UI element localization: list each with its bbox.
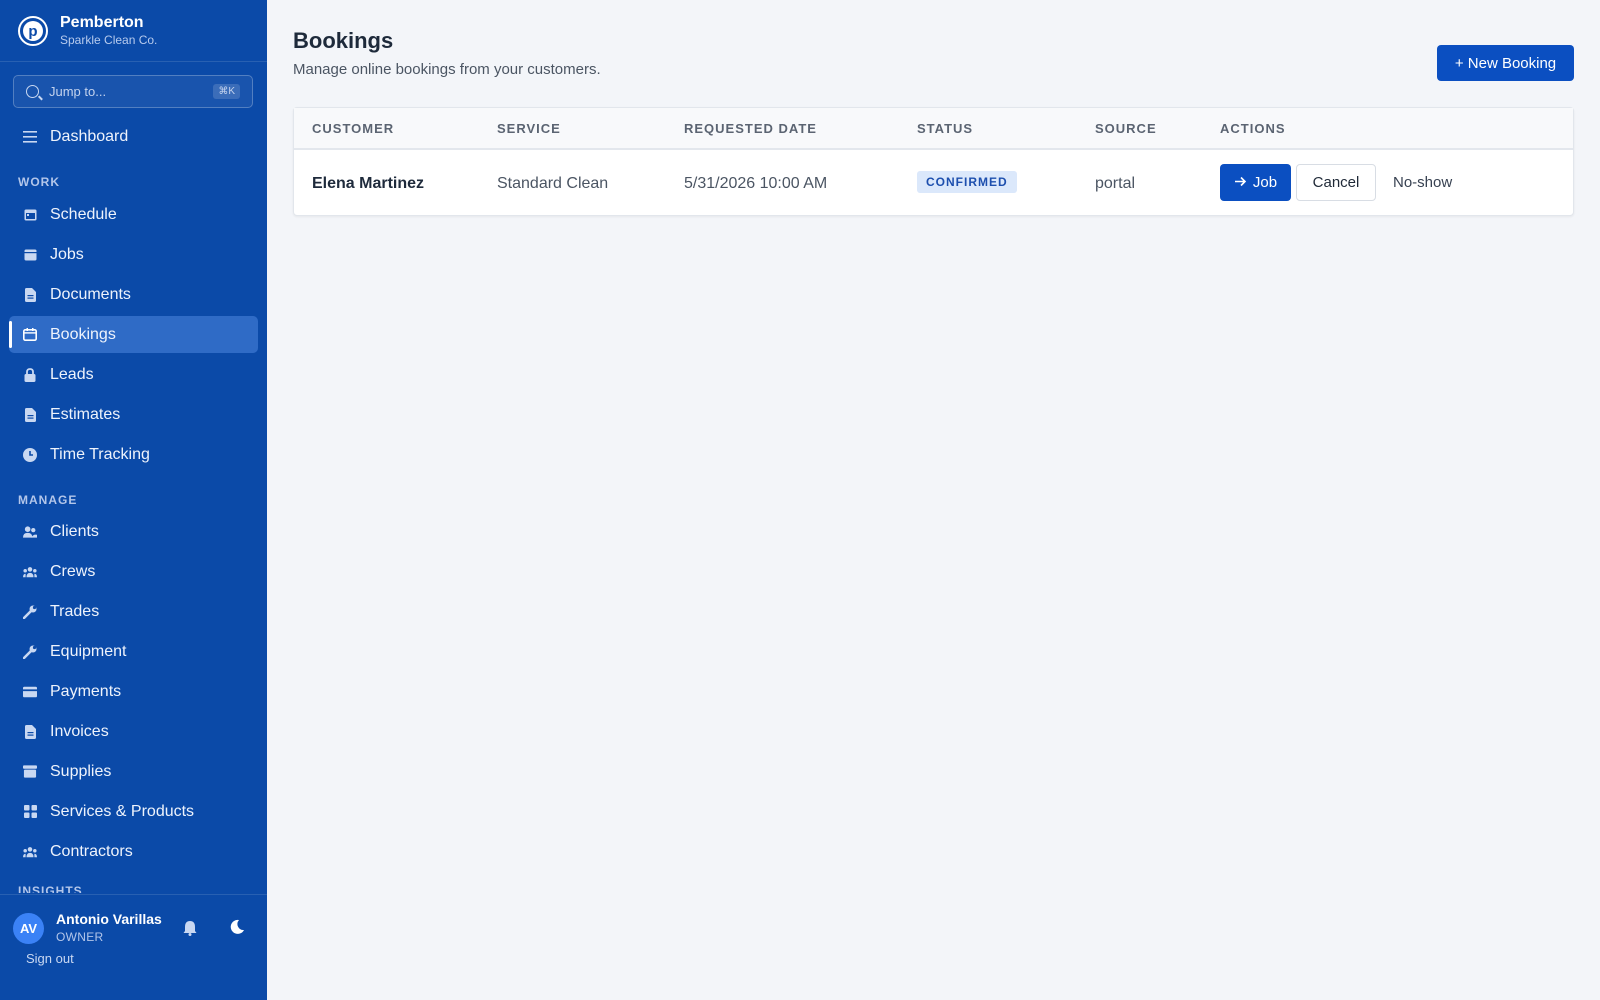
document-icon [23,407,37,422]
sidebar-item-contractors[interactable]: Contractors [9,833,258,870]
sidebar-item-label: Leads [50,365,94,383]
column-header-actions: ACTIONS [1220,121,1286,136]
group-icon [23,565,37,579]
brand-logo: p [18,16,48,46]
users-icon [23,525,37,539]
sidebar-item-trades[interactable]: Trades [9,593,258,630]
clock-icon [23,447,37,462]
card-icon [23,685,37,699]
sidebar-item-documents[interactable]: Documents [9,276,258,313]
sidebar-item-label: Contractors [50,842,133,860]
convert-to-job-button[interactable]: Job [1220,164,1291,201]
section-label-manage: MANAGE [18,493,78,507]
sidebar-item-label: Crews [50,562,96,580]
status-badge: CONFIRMED [917,171,1017,193]
calendar-icon [23,248,37,262]
sidebar-item-leads[interactable]: Leads [9,356,258,393]
sidebar-item-crews[interactable]: Crews [9,553,258,590]
lock-icon [23,367,37,382]
column-header-customer[interactable]: CUSTOMER [312,121,394,136]
column-header-requested-date[interactable]: REQUESTED DATE [684,121,817,136]
grid-icon [23,805,37,819]
sidebar-item-label: Services & Products [50,802,195,820]
sidebar-item-label: Time Tracking [50,445,150,463]
calendar-icon [23,208,37,222]
customer-name[interactable]: Elena Martinez [312,175,424,193]
page-subtitle: Manage online bookings from your custome… [293,61,601,78]
sidebar-item-clients[interactable]: Clients [9,513,258,550]
document-icon [23,724,37,739]
user-panel: AV Antonio Varillas OWNER Sign out [0,894,267,1000]
sidebar-item-payments[interactable]: Payments [9,673,258,710]
group-icon [23,845,37,859]
source-value: portal [1095,175,1136,192]
moon-icon[interactable] [229,919,245,940]
brand-name: Pemberton [60,14,144,31]
document-icon [23,287,37,302]
service-name: Standard Clean [497,175,609,192]
search-icon [26,85,39,98]
sidebar-item-invoices[interactable]: Invoices [9,713,258,750]
sidebar-item-label: Estimates [50,405,121,423]
sign-out-link[interactable]: Sign out [26,951,74,966]
table-header: CUSTOMER SERVICE REQUESTED DATE STATUS S… [294,108,1573,150]
section-label-insights: INSIGHTS [18,885,83,893]
page-title: Bookings [293,28,394,53]
calendar-icon [23,328,37,342]
bookings-table: CUSTOMER SERVICE REQUESTED DATE STATUS S… [293,107,1574,216]
sidebar-item-dashboard[interactable]: Dashboard [9,118,258,155]
sidebar-item-label: Schedule [50,205,117,223]
sidebar-item-label: Documents [50,285,131,303]
sidebar: p Pemberton Sparkle Clean Co. Jump to...… [0,0,267,1000]
new-booking-button[interactable]: + New Booking [1437,45,1574,81]
jump-to-search[interactable]: Jump to... ⌘K [13,75,253,108]
section-label-work: WORK [18,175,60,189]
divider [0,61,267,62]
search-placeholder: Jump to... [49,84,107,99]
sidebar-item-label: Clients [50,522,99,540]
sidebar-item-bookings[interactable]: Bookings [9,316,258,353]
sidebar-item-label: Invoices [50,722,109,740]
arrow-right-icon [1234,174,1247,191]
menu-icon [23,130,37,144]
user-name: Antonio Varillas [56,911,162,927]
sidebar-item-estimates[interactable]: Estimates [9,396,258,433]
job-button-label: Job [1252,174,1278,191]
sidebar-item-equipment[interactable]: Equipment [9,633,258,670]
sidebar-item-label: Payments [50,682,122,700]
no-show-button[interactable]: No-show [1387,164,1458,201]
sidebar-item-time-tracking[interactable]: Time Tracking [9,436,258,473]
brand-subtitle: Sparkle Clean Co. [60,33,158,47]
wrench-icon [23,605,37,619]
user-role: OWNER [56,930,104,944]
column-header-service[interactable]: SERVICE [497,121,561,136]
bell-icon[interactable] [183,920,197,941]
sidebar-item-schedule[interactable]: Schedule [9,196,258,233]
shortcut-hint: ⌘K [213,84,240,99]
column-header-source[interactable]: SOURCE [1095,121,1157,136]
archive-icon [23,765,37,779]
cancel-booking-button[interactable]: Cancel [1296,164,1376,201]
wrench-icon [23,645,37,659]
sidebar-item-label: Dashboard [50,127,129,145]
sidebar-item-label: Equipment [50,642,127,660]
sidebar-item-label: Jobs [50,245,84,263]
sidebar-item-label: Trades [50,602,100,620]
sidebar-item-label: Supplies [50,762,112,780]
brand[interactable]: p Pemberton Sparkle Clean Co. [18,14,157,48]
requested-date: 5/31/2026 10:00 AM [684,175,828,192]
avatar[interactable]: AV [13,913,44,944]
column-header-status[interactable]: STATUS [917,121,973,136]
sidebar-item-label: Bookings [50,325,116,343]
sidebar-item-services-products[interactable]: Services & Products [9,793,258,830]
sidebar-item-jobs[interactable]: Jobs [9,236,258,273]
sidebar-item-supplies[interactable]: Supplies [9,753,258,790]
